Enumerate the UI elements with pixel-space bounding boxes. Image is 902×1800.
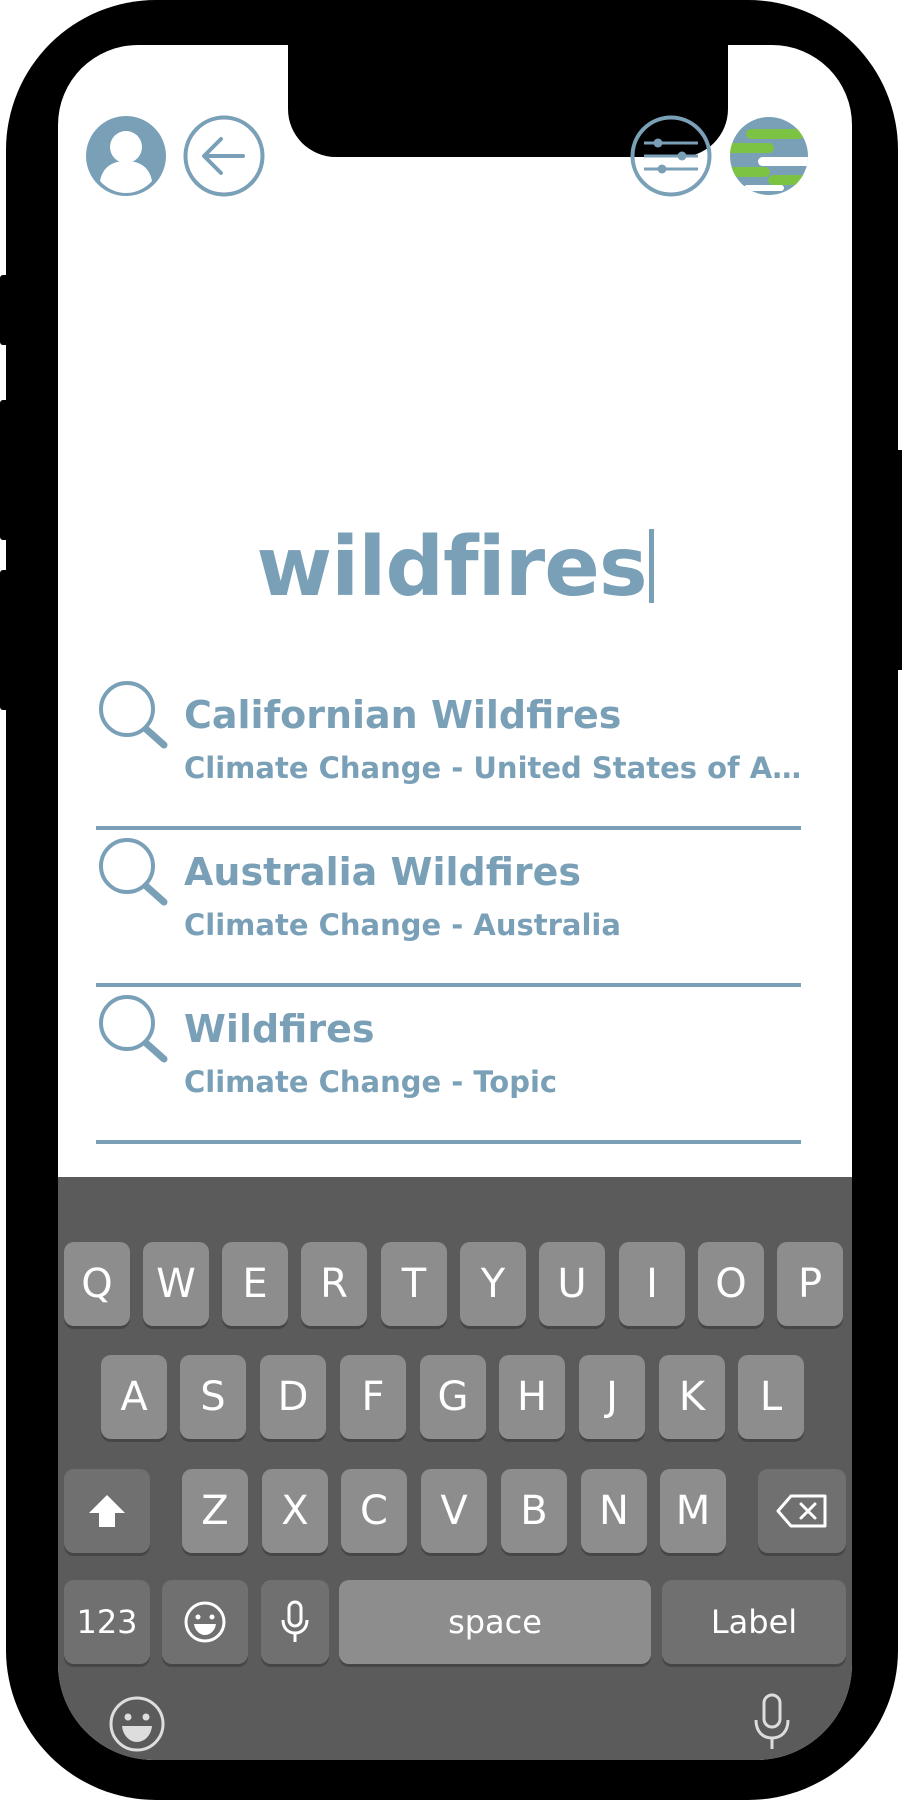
profile-icon	[86, 116, 166, 196]
side-button	[0, 400, 10, 540]
back-button[interactable]	[183, 115, 265, 201]
filter-button[interactable]	[630, 115, 712, 201]
result-title: Australia Wildfires	[184, 850, 582, 894]
numbers-key[interactable]: 123	[64, 1580, 150, 1664]
return-key[interactable]: Label	[662, 1580, 846, 1664]
key-s[interactable]: S	[180, 1355, 246, 1439]
key-d[interactable]: D	[260, 1355, 326, 1439]
shift-icon	[89, 1495, 125, 1527]
emoji-icon	[184, 1601, 226, 1643]
key-f[interactable]: F	[340, 1355, 406, 1439]
side-button	[894, 450, 902, 670]
app-logo-globe-icon	[730, 117, 808, 195]
back-arrow-icon	[183, 115, 265, 197]
key-p[interactable]: P	[777, 1242, 843, 1326]
search-results-list: Californian Wildfires Climate Change - U…	[96, 673, 804, 1144]
key-o[interactable]: O	[698, 1242, 764, 1326]
emoji-switch-button[interactable]	[108, 1695, 166, 1757]
backspace-key[interactable]	[758, 1469, 846, 1553]
key-g[interactable]: G	[420, 1355, 486, 1439]
key-a[interactable]: A	[101, 1355, 167, 1439]
search-icon	[99, 838, 168, 906]
result-subtitle: Climate Change - Australia	[184, 908, 621, 942]
key-q[interactable]: Q	[64, 1242, 130, 1326]
side-button	[0, 570, 10, 710]
filter-sliders-icon	[630, 115, 712, 197]
key-l[interactable]: L	[738, 1355, 804, 1439]
key-m[interactable]: M	[660, 1469, 726, 1553]
dictation-key[interactable]	[261, 1580, 329, 1664]
key-i[interactable]: I	[619, 1242, 685, 1326]
key-k[interactable]: K	[659, 1355, 725, 1439]
emoji-icon	[109, 1696, 165, 1752]
keyboard: Q W E R T Y U I O P A S D F G H J K L Z …	[58, 1177, 852, 1760]
dictation-button[interactable]	[752, 1692, 792, 1756]
emoji-key[interactable]	[162, 1580, 248, 1664]
key-n[interactable]: N	[581, 1469, 647, 1553]
text-cursor	[648, 529, 654, 603]
result-title: Wildfires	[184, 1007, 375, 1051]
result-title: Californian Wildfires	[184, 693, 622, 737]
key-j[interactable]: J	[579, 1355, 645, 1439]
key-u[interactable]: U	[539, 1242, 605, 1326]
key-w[interactable]: W	[143, 1242, 209, 1326]
space-key[interactable]: space	[339, 1580, 651, 1664]
microphone-icon	[754, 1693, 790, 1749]
key-c[interactable]: C	[341, 1469, 407, 1553]
key-r[interactable]: R	[301, 1242, 367, 1326]
screen: wildfires Californian Wildfires Climate …	[58, 45, 852, 1760]
key-h[interactable]: H	[499, 1355, 565, 1439]
key-z[interactable]: Z	[182, 1469, 248, 1553]
phone-frame: wildfires Californian Wildfires Climate …	[0, 0, 902, 1800]
search-result-item[interactable]: Australia Wildfires Climate Change - Aus…	[96, 830, 801, 987]
profile-button[interactable]	[85, 115, 167, 201]
side-button	[0, 275, 10, 345]
key-y[interactable]: Y	[460, 1242, 526, 1326]
result-subtitle: Climate Change - United States of Americ…	[184, 751, 804, 785]
app-logo[interactable]	[728, 115, 810, 201]
search-input[interactable]: wildfires	[58, 520, 852, 615]
search-query-text: wildfires	[256, 520, 647, 615]
key-t[interactable]: T	[381, 1242, 447, 1326]
result-subtitle: Climate Change - Topic	[184, 1065, 558, 1099]
key-v[interactable]: V	[421, 1469, 487, 1553]
shift-key[interactable]	[64, 1469, 150, 1553]
divider	[96, 1140, 801, 1144]
key-x[interactable]: X	[262, 1469, 328, 1553]
backspace-icon	[776, 1494, 827, 1528]
search-result-item[interactable]: Wildfires Climate Change - Topic	[96, 987, 801, 1144]
microphone-icon	[281, 1600, 309, 1642]
search-icon	[99, 995, 168, 1063]
search-icon	[99, 681, 168, 749]
key-e[interactable]: E	[222, 1242, 288, 1326]
search-result-item[interactable]: Californian Wildfires Climate Change - U…	[96, 673, 804, 830]
key-b[interactable]: B	[501, 1469, 567, 1553]
